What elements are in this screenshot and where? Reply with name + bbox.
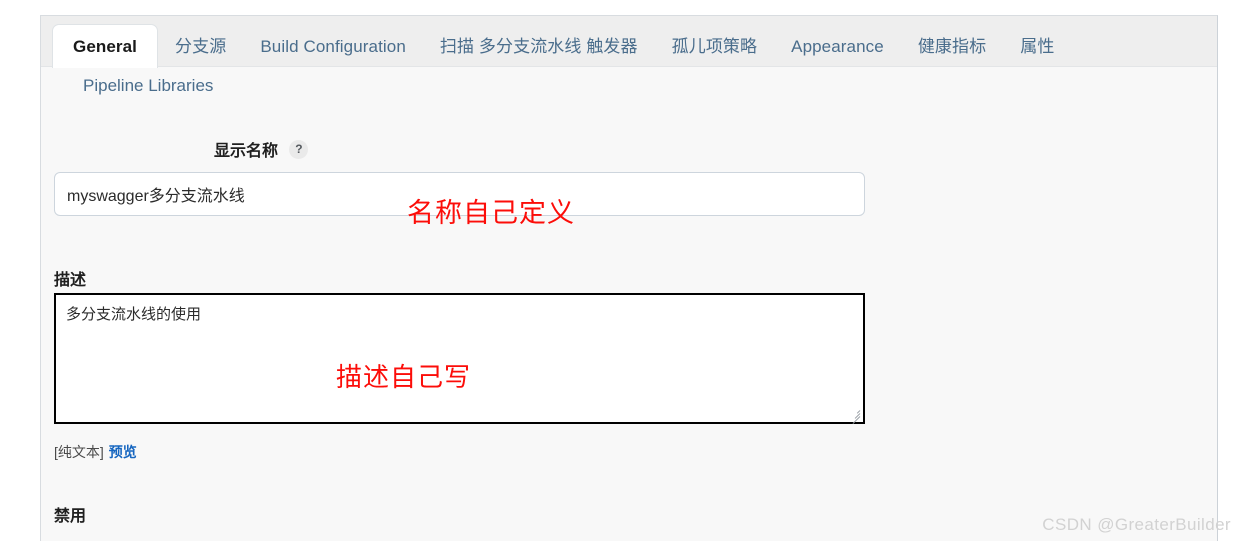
markup-type-label: [纯文本] [54,444,104,460]
annotation-description: 描述自己写 [336,363,472,393]
display-name-label-text: 显示名称 [214,143,279,160]
disable-label-text: 禁用 [54,508,87,525]
tab-branch-sources[interactable]: 分支源 [158,27,243,67]
description-label-text: 描述 [54,272,87,289]
tab-bar: General 分支源 Build Configuration 扫描 多分支流水… [41,16,1217,68]
tab-health-metrics[interactable]: 健康指标 [901,27,1003,67]
annotation-name: 名称自己定义 [407,198,575,229]
description-markup-row: [纯文本] 预览 [54,442,137,462]
disable-label: 禁用 [54,502,86,526]
question-mark-icon[interactable]: ? [289,139,309,159]
screenshot-root: General 分支源 Build Configuration 扫描 多分支流水… [0,0,1249,541]
tab-general[interactable]: General [52,24,159,68]
tab-scan-multibranch-triggers[interactable]: 扫描 多分支流水线 触发器 [423,27,655,67]
preview-link[interactable]: 预览 [109,444,137,460]
tab-appearance[interactable]: Appearance [774,27,901,67]
description-label: 描述 [54,266,86,290]
display-name-label: 显示名称 ? [214,137,309,161]
config-panel: General 分支源 Build Configuration 扫描 多分支流水… [40,15,1218,541]
csdn-watermark: CSDN @GreaterBuilder [1042,515,1231,534]
tab-row-secondary: Pipeline Libraries [66,68,230,104]
textarea-resize-handle[interactable] [848,407,861,424]
tab-row-primary: General 分支源 Build Configuration 扫描 多分支流水… [41,16,1217,68]
tab-properties[interactable]: 属性 [1003,27,1071,67]
tab-orphaned-item-strategy[interactable]: 孤儿项策略 [655,27,775,67]
tab-pipeline-libraries[interactable]: Pipeline Libraries [66,68,230,104]
tab-build-configuration[interactable]: Build Configuration [243,27,423,67]
